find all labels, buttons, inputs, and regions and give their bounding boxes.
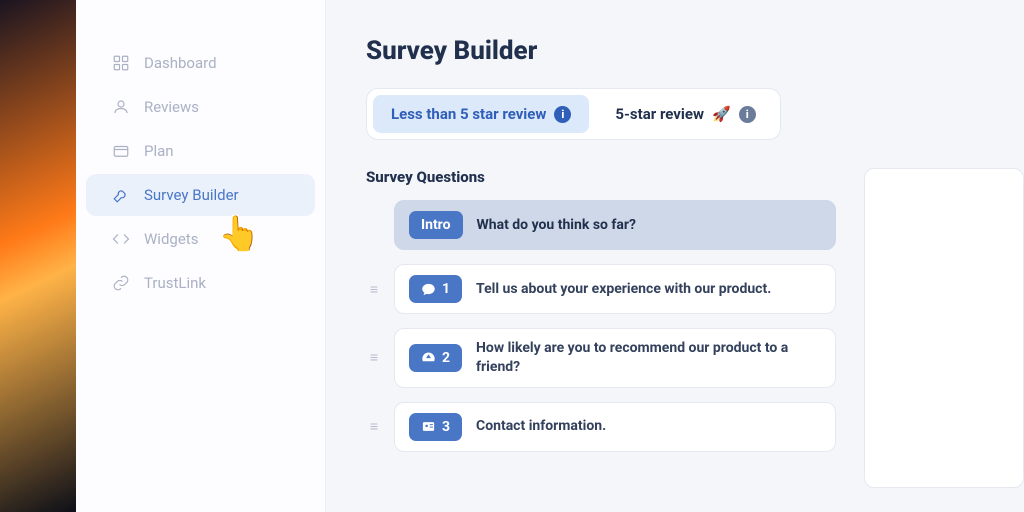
gauge-icon [421,350,436,365]
drag-handle-icon[interactable]: ≡ [366,418,382,435]
code-icon [112,230,130,248]
link-icon [112,274,130,292]
info-icon: i [554,106,571,123]
question-number: 2 [442,350,450,366]
tab-bar: Less than 5 star review i 5-star review … [366,88,781,140]
rocket-icon: 🚀 [712,105,731,123]
question-badge: 2 [409,344,462,372]
desktop-wallpaper-strip [0,0,76,512]
question-row-intro: ≡ Intro What do you think so far? [366,200,836,250]
sidebar-item-plan[interactable]: Plan [86,130,315,172]
question-number: 1 [442,281,450,297]
preview-panel [864,168,1024,488]
question-card-intro[interactable]: Intro What do you think so far? [394,200,836,250]
wrench-icon [112,186,130,204]
sidebar-item-label: Survey Builder [144,186,239,204]
sidebar-item-trustlink[interactable]: TrustLink [86,262,315,304]
sidebar-item-dashboard[interactable]: Dashboard [86,42,315,84]
info-icon: i [739,106,756,123]
plan-icon [112,142,130,160]
sidebar-item-widgets[interactable]: Widgets [86,218,315,260]
main-content: Survey Builder Less than 5 star review i… [326,0,1024,512]
question-text: How likely are you to recommend our prod… [476,339,821,377]
tab-less-than-5-star[interactable]: Less than 5 star review i [373,95,589,133]
tab-label: Less than 5 star review [391,105,546,123]
drag-handle-icon[interactable]: ≡ [366,281,382,298]
question-badge: 3 [409,413,462,441]
page-title: Survey Builder [366,36,1024,66]
dashboard-icon [112,54,130,72]
sidebar-item-label: Plan [144,142,174,160]
sidebar-item-reviews[interactable]: Reviews [86,86,315,128]
section-heading: Survey Questions [366,168,836,186]
tab-5-star[interactable]: 5-star review 🚀 i [597,95,773,133]
contact-card-icon [421,419,436,434]
reviews-icon [112,98,130,116]
sidebar-item-label: Reviews [144,98,199,116]
question-text: Contact information. [476,417,606,436]
drag-handle-icon[interactable]: ≡ [366,349,382,366]
questions-column: Survey Questions ≡ Intro What do you thi… [366,168,836,488]
sidebar: Dashboard Reviews Plan Survey Builder Wi… [76,0,326,512]
tab-label: 5-star review [615,105,704,123]
sidebar-item-label: TrustLink [144,274,206,292]
intro-badge: Intro [409,211,463,239]
question-card[interactable]: 2 How likely are you to recommend our pr… [394,328,836,388]
question-badge: 1 [409,275,462,303]
question-row: ≡ 2 How likely are you to recommend our … [366,328,836,388]
question-card[interactable]: 1 Tell us about your experience with our… [394,264,836,314]
question-text: What do you think so far? [477,216,637,235]
sidebar-item-label: Dashboard [144,54,217,72]
speech-bubble-icon [421,282,436,297]
sidebar-item-label: Widgets [144,230,198,248]
question-row: ≡ 1 Tell us about your experience with o… [366,264,836,314]
question-row: ≡ 3 Contact information. [366,402,836,452]
question-text: Tell us about your experience with our p… [476,280,771,299]
question-card[interactable]: 3 Contact information. [394,402,836,452]
question-number: 3 [442,419,450,435]
sidebar-item-survey-builder[interactable]: Survey Builder [86,174,315,216]
